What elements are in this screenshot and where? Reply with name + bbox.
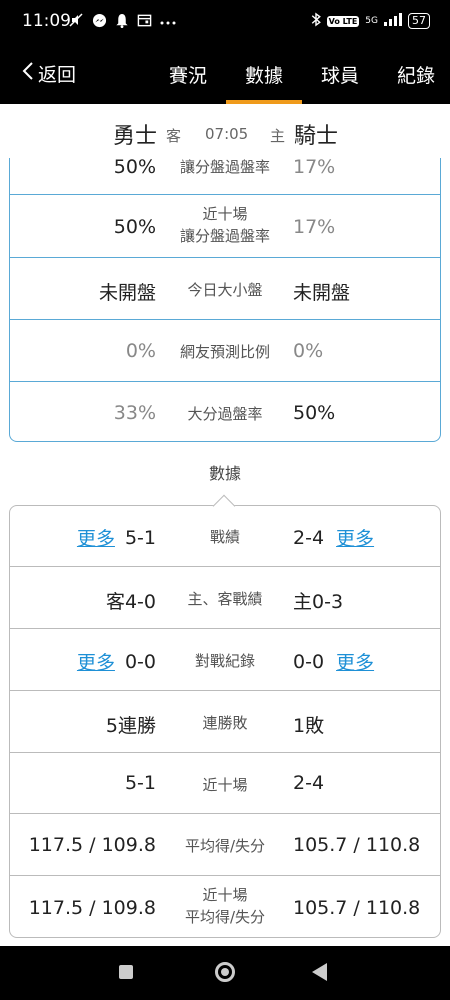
signal-icon: [384, 13, 402, 29]
away-label: 客: [166, 127, 182, 145]
row-label: 大分過盤率: [187, 405, 263, 423]
row-label: 網友預測比例: [179, 343, 270, 361]
home-value: 0-0: [293, 650, 325, 673]
home-value: 105.7 / 110.8: [293, 897, 421, 919]
status-bar: 11:09 Vo LTE 5G 57: [0, 0, 450, 44]
row-label: 主、客戰績: [187, 590, 263, 608]
away-team-name: 勇士: [112, 124, 157, 149]
away-value: 117.5 / 109.8: [28, 897, 156, 919]
calendar-icon: [137, 13, 152, 32]
home-value: 2-4: [293, 526, 325, 549]
stats-row: 更多 0-0 對戰紀錄 0-0 更多: [10, 629, 440, 691]
main-content[interactable]: 勇士 客 07:05 主 騎士 50% 讓分盤過盤率 17% 50% 近十場 讓…: [0, 104, 450, 946]
match-time: 07:05: [205, 125, 249, 143]
odds-row: 50% 近十場 讓分盤過盤率 17%: [10, 195, 440, 258]
messenger-icon: [92, 13, 107, 32]
battery-icon: 57: [408, 13, 430, 29]
tab-records[interactable]: 紀錄: [378, 44, 450, 104]
notification-icons: [68, 12, 176, 32]
chevron-left-icon: [22, 61, 34, 87]
away-more-link[interactable]: 更多: [77, 648, 115, 675]
stats-row: 5-1 近十場 2-4: [10, 753, 440, 814]
row-label-line2: 讓分盤過盤率: [179, 227, 270, 245]
stats-card: 更多 5-1 戰績 2-4 更多 客4-0 主、客戰績 主0-3 更多 0-0 …: [9, 505, 441, 938]
home-more-link[interactable]: 更多: [336, 524, 374, 551]
back-label: 返回: [38, 64, 77, 86]
tab-players[interactable]: 球員: [302, 44, 378, 104]
home-more-link[interactable]: 更多: [336, 648, 374, 675]
stats-row: 117.5 / 109.8 近十場 平均得/失分 105.7 / 110.8: [10, 876, 440, 937]
home-value: 50%: [293, 402, 336, 424]
stats-row: 5連勝 連勝敗 1敗: [10, 691, 440, 753]
status-time: 11:09: [22, 11, 71, 31]
bell-icon: [115, 13, 129, 32]
row-label: 近十場 平均得/失分: [150, 884, 300, 928]
tab-bar: 賽況 數據 球員 紀錄: [150, 44, 450, 104]
away-value: 5連勝: [105, 715, 156, 737]
recent-apps-icon[interactable]: [119, 965, 133, 979]
home-value: 17%: [293, 216, 336, 238]
row-label: 今日大小盤: [187, 281, 263, 299]
away-more-link[interactable]: 更多: [77, 524, 115, 551]
bluetooth-icon: [311, 12, 321, 30]
odds-row: 0% 網友預測比例 0%: [10, 320, 440, 382]
home-value: 1敗: [293, 715, 325, 737]
odds-row: 未開盤 今日大小盤 未開盤: [10, 258, 440, 320]
mute-icon: [68, 12, 84, 32]
odds-row: 33% 大分過盤率 50%: [10, 382, 440, 441]
home-icon[interactable]: [215, 962, 235, 982]
odds-card: 50% 讓分盤過盤率 17% 50% 近十場 讓分盤過盤率 17% 未開盤 今日…: [9, 134, 441, 442]
section-title: 數據: [208, 464, 241, 483]
home-value: 2-4: [293, 772, 325, 794]
home-value: 105.7 / 110.8: [293, 834, 421, 856]
top-nav-bar: 返回 賽況 數據 球員 紀錄: [0, 44, 450, 104]
home-value: 未開盤: [293, 282, 351, 304]
row-label-line1: 近十場: [202, 886, 248, 904]
tab-stats[interactable]: 數據: [226, 44, 302, 104]
home-value: 17%: [293, 156, 336, 178]
stats-row: 117.5 / 109.8 平均得/失分 105.7 / 110.8: [10, 814, 440, 876]
system-nav-bar: [0, 946, 450, 1000]
stats-row: 客4-0 主、客戰績 主0-3: [10, 567, 440, 629]
away-value: 117.5 / 109.8: [28, 834, 156, 856]
home-team-name: 騎士: [294, 124, 339, 149]
home-value: 主0-3: [293, 591, 344, 613]
home-value: 0%: [293, 340, 324, 362]
back-triangle-icon[interactable]: [312, 963, 327, 981]
system-icons: Vo LTE 5G 57: [311, 12, 430, 30]
network-label: 5G: [365, 16, 378, 26]
tab-live[interactable]: 賽況: [150, 44, 226, 104]
away-value: 未開盤: [98, 282, 156, 304]
home-label: 主: [270, 127, 286, 145]
away-value: 客4-0: [105, 591, 156, 613]
match-header: 勇士 客 07:05 主 騎士: [0, 104, 450, 158]
more-dots-icon: [160, 15, 176, 30]
row-label: 近十場 讓分盤過盤率: [150, 203, 300, 247]
volte-icon: Vo LTE: [326, 15, 360, 27]
row-label: 對戰紀錄: [194, 652, 255, 670]
back-button[interactable]: 返回: [22, 60, 76, 87]
row-label-line2: 平均得/失分: [184, 908, 266, 926]
row-label: 連勝敗: [202, 714, 248, 732]
row-label: 近十場: [202, 776, 248, 794]
row-label: 平均得/失分: [184, 837, 266, 855]
row-label: 讓分盤過盤率: [179, 158, 270, 176]
row-label-line1: 近十場: [202, 205, 248, 223]
row-label: 戰績: [209, 528, 240, 546]
